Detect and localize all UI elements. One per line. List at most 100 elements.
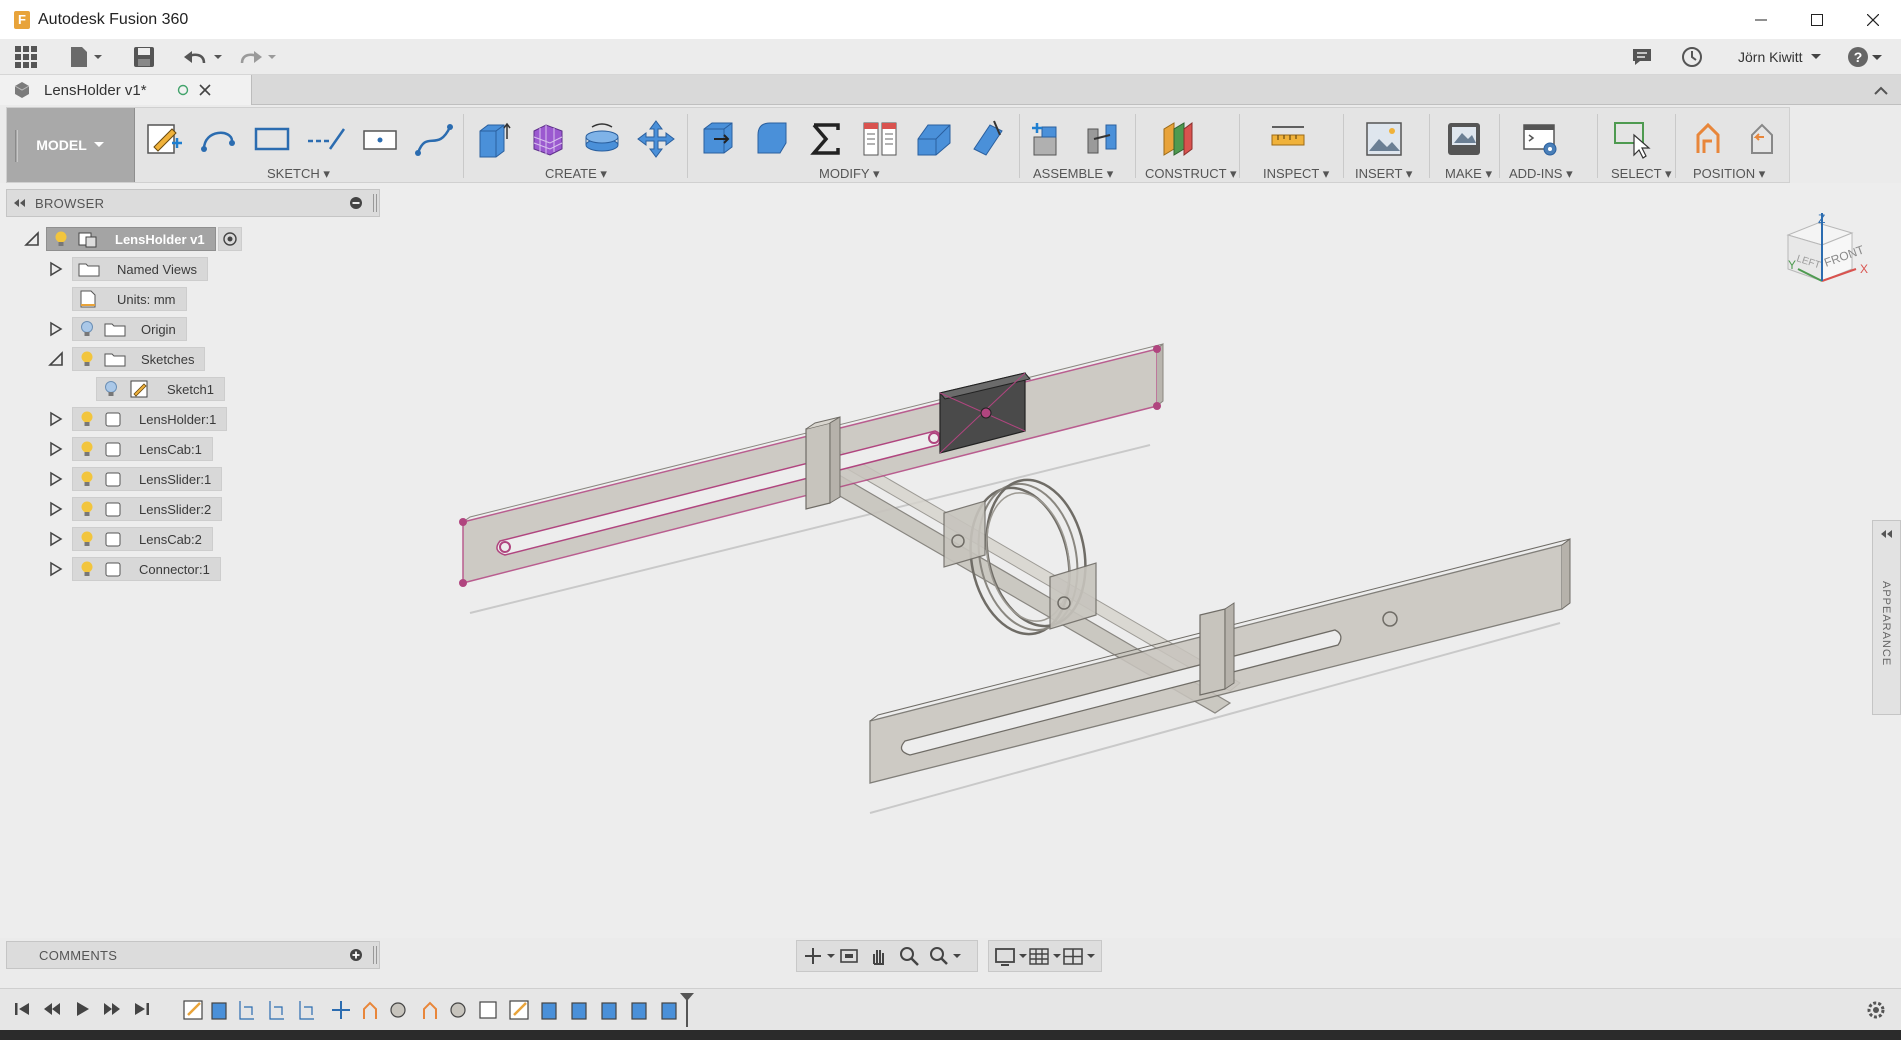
activate-component-button[interactable] bbox=[217, 227, 242, 251]
lightbulb-icon[interactable] bbox=[77, 529, 97, 549]
orbit-icon[interactable] bbox=[801, 944, 835, 968]
lightbulb-icon[interactable] bbox=[77, 559, 97, 579]
job-status-button[interactable] bbox=[1680, 45, 1704, 69]
save-button[interactable] bbox=[132, 45, 156, 69]
sketch-group-menu[interactable]: SKETCH ▾ bbox=[267, 166, 330, 182]
tree-chip[interactable]: Named Views bbox=[72, 257, 208, 281]
compute-all-tool[interactable] bbox=[805, 118, 847, 160]
modify-group-menu[interactable]: MODIFY ▾ bbox=[819, 166, 879, 182]
pan-hand-icon[interactable] bbox=[867, 944, 891, 968]
add-ins-group-menu[interactable]: ADD-INS ▾ bbox=[1509, 166, 1573, 182]
tree-chip[interactable]: LensHolder:1 bbox=[72, 407, 228, 431]
3d-print-tool[interactable] bbox=[1443, 118, 1485, 160]
appearance-panel-tab[interactable]: APPEARANCE bbox=[1872, 520, 1901, 715]
minimize-button[interactable] bbox=[1733, 0, 1789, 39]
tree-chip[interactable]: LensSlider:1 bbox=[72, 467, 223, 491]
browser-node-sketch1[interactable]: Sketch1 bbox=[96, 376, 225, 402]
browser-node-lensholder[interactable]: LensHolder:1 bbox=[48, 406, 228, 432]
construction-line-tool[interactable] bbox=[305, 118, 347, 160]
go-to-start-icon[interactable] bbox=[12, 999, 32, 1019]
tree-chip[interactable]: Connector:1 bbox=[72, 557, 221, 581]
add-comment-icon[interactable] bbox=[349, 948, 363, 962]
collapsed-triangle-icon[interactable] bbox=[48, 441, 64, 457]
lightbulb-off-icon[interactable] bbox=[101, 379, 121, 399]
close-tab-icon[interactable] bbox=[198, 84, 211, 96]
browser-node-lenscab-1[interactable]: LensCab:1 bbox=[48, 436, 213, 462]
position-group-menu[interactable]: POSITION ▾ bbox=[1693, 166, 1765, 182]
browser-node-lensslider-2[interactable]: LensSlider:2 bbox=[48, 496, 223, 522]
panel-grip[interactable] bbox=[373, 194, 377, 212]
revert-position-tool[interactable] bbox=[1741, 118, 1783, 160]
tree-chip[interactable]: Sketches bbox=[72, 347, 206, 371]
tree-chip[interactable]: Sketch1 bbox=[96, 377, 225, 401]
insert-group-menu[interactable]: INSERT ▾ bbox=[1355, 166, 1412, 182]
form-tool[interactable] bbox=[527, 118, 569, 160]
move-tool[interactable] bbox=[635, 118, 677, 160]
play-icon[interactable] bbox=[72, 999, 92, 1019]
collapse-panel-icon[interactable] bbox=[13, 198, 27, 208]
capture-position-tool[interactable] bbox=[1689, 118, 1731, 160]
fillet-tool[interactable] bbox=[751, 118, 793, 160]
tree-chip[interactable]: LensSlider:2 bbox=[72, 497, 223, 521]
lightbulb-icon[interactable] bbox=[77, 439, 97, 459]
measure-tool[interactable] bbox=[1267, 118, 1309, 160]
panel-grip[interactable] bbox=[373, 946, 377, 964]
user-account-menu[interactable]: Jörn Kiwitt bbox=[1738, 45, 1823, 69]
collapsed-triangle-icon[interactable] bbox=[48, 411, 64, 427]
workspace-switcher[interactable]: MODEL bbox=[7, 108, 135, 182]
lightbulb-icon[interactable] bbox=[77, 499, 97, 519]
grid-settings-icon[interactable] bbox=[1027, 944, 1061, 968]
browser-node-connector[interactable]: Connector:1 bbox=[48, 556, 221, 582]
chamfer-tool[interactable] bbox=[913, 118, 955, 160]
attached-canvas-tool[interactable] bbox=[1363, 118, 1405, 160]
timeline-settings-gear-icon[interactable] bbox=[1865, 999, 1887, 1021]
create-sketch-tool[interactable] bbox=[143, 118, 185, 160]
line-tool[interactable] bbox=[197, 118, 239, 160]
rectangle-tool[interactable] bbox=[251, 118, 293, 160]
model-canvas[interactable] bbox=[0, 183, 1901, 938]
expanded-triangle-icon[interactable] bbox=[48, 351, 64, 367]
browser-node-named-views[interactable]: Named Views bbox=[48, 256, 208, 282]
display-settings-icon[interactable] bbox=[993, 944, 1027, 968]
offset-plane-tool[interactable] bbox=[1157, 118, 1199, 160]
undo-button[interactable] bbox=[182, 45, 224, 69]
lens-holder-model[interactable] bbox=[459, 342, 1571, 814]
collapsed-triangle-icon[interactable] bbox=[48, 531, 64, 547]
step-back-icon[interactable] bbox=[42, 999, 62, 1019]
tree-chip[interactable]: Origin bbox=[72, 317, 187, 341]
collapsed-triangle-icon[interactable] bbox=[48, 321, 64, 337]
canvas-viewport[interactable]: LEFT FRONT X Y Z APPEARANCE bbox=[0, 183, 1901, 938]
comments-panel-header[interactable]: COMMENTS bbox=[6, 941, 380, 969]
point-tool[interactable] bbox=[359, 118, 401, 160]
lightbulb-icon[interactable] bbox=[77, 469, 97, 489]
tree-chip[interactable]: LensCab:2 bbox=[72, 527, 213, 551]
scripts-addins-tool[interactable] bbox=[1519, 118, 1561, 160]
pin-icon[interactable] bbox=[349, 196, 363, 210]
construct-group-menu[interactable]: CONSTRUCT ▾ bbox=[1145, 166, 1237, 182]
redo-button[interactable] bbox=[238, 45, 280, 69]
help-menu-button[interactable]: ? bbox=[1846, 45, 1886, 69]
timeline-features[interactable] bbox=[180, 993, 700, 1027]
create-group-menu[interactable]: CREATE ▾ bbox=[545, 166, 607, 182]
close-button[interactable] bbox=[1845, 0, 1901, 39]
select-tool[interactable] bbox=[1611, 118, 1653, 160]
browser-node-origin[interactable]: Origin bbox=[48, 316, 187, 342]
file-menu-button[interactable] bbox=[68, 45, 104, 69]
collapsed-triangle-icon[interactable] bbox=[48, 561, 64, 577]
tree-chip[interactable]: Units: mm bbox=[72, 287, 187, 311]
press-pull-tool[interactable] bbox=[697, 118, 739, 160]
change-parameters-tool[interactable] bbox=[859, 118, 901, 160]
fit-zoom-icon[interactable] bbox=[927, 944, 961, 968]
notifications-button[interactable] bbox=[1630, 45, 1654, 69]
zoom-icon[interactable] bbox=[897, 944, 921, 968]
lightbulb-icon[interactable] bbox=[77, 349, 97, 369]
go-to-end-icon[interactable] bbox=[132, 999, 152, 1019]
look-at-icon[interactable] bbox=[837, 944, 861, 968]
viewports-icon[interactable] bbox=[1061, 944, 1095, 968]
collapsed-triangle-icon[interactable] bbox=[48, 471, 64, 487]
lightbulb-off-icon[interactable] bbox=[77, 319, 97, 339]
assemble-group-menu[interactable]: ASSEMBLE ▾ bbox=[1033, 166, 1113, 182]
collapsed-triangle-icon[interactable] bbox=[48, 501, 64, 517]
browser-node-sketches[interactable]: Sketches bbox=[48, 346, 206, 372]
data-panel-button[interactable] bbox=[14, 45, 38, 69]
